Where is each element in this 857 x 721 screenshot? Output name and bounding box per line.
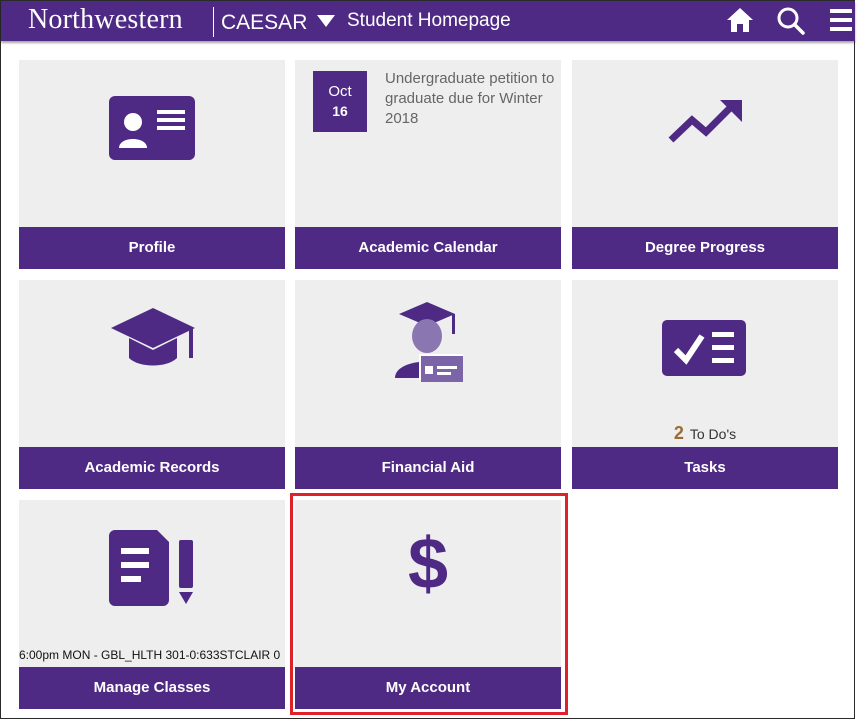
tile-my-account[interactable]: $ My Account	[295, 500, 561, 709]
document-pencil-icon	[109, 530, 193, 606]
checklist-icon	[662, 320, 746, 376]
tile-label: Profile	[19, 227, 285, 269]
tile-degree-progress[interactable]: Degree Progress	[572, 60, 838, 269]
tile-label: Degree Progress	[572, 227, 838, 269]
calendar-month: Oct	[328, 83, 352, 100]
page-title: Student Homepage	[347, 10, 511, 31]
calendar-day: 16	[332, 103, 348, 119]
tile-financial-aid[interactable]: Financial Aid	[295, 280, 561, 489]
logo-divider	[213, 7, 214, 37]
tile-label: Financial Aid	[295, 447, 561, 489]
home-icon[interactable]	[726, 6, 754, 34]
calendar-date-badge: Oct 16	[313, 71, 367, 132]
search-icon[interactable]	[776, 6, 806, 36]
svg-text:$: $	[408, 526, 448, 598]
tile-academic-records[interactable]: Academic Records	[19, 280, 285, 489]
tile-label: Academic Calendar	[295, 227, 561, 269]
trend-up-arrow-icon	[668, 100, 742, 143]
northwestern-logo[interactable]: Northwestern	[28, 4, 183, 36]
todo-counter[interactable]: 2 To Do's	[572, 423, 838, 444]
tile-academic-calendar[interactable]: Oct 16 Undergraduate petition to graduat…	[295, 60, 561, 269]
graduate-with-card-icon	[395, 302, 463, 382]
nav-dropdown-caret-icon[interactable]	[317, 15, 335, 27]
dollar-sign-icon: $	[408, 526, 448, 598]
graduation-cap-icon	[111, 308, 195, 366]
tile-profile[interactable]: Profile	[19, 60, 285, 269]
tile-label: Tasks	[572, 447, 838, 489]
tile-label: Manage Classes	[19, 667, 285, 709]
id-card-icon	[109, 96, 195, 160]
todo-label: To Do's	[689, 426, 737, 442]
todo-count: 2	[673, 423, 684, 443]
tile-label: My Account	[295, 667, 561, 709]
app-name: CAESAR	[221, 11, 308, 34]
top-navigation-bar: Northwestern CAESAR Student Homepage	[1, 1, 855, 41]
tile-label: Academic Records	[19, 447, 285, 489]
tile-manage-classes[interactable]: 6:00pm MON - GBL_HLTH 301-0:633STCLAIR 0…	[19, 500, 285, 709]
hamburger-menu-icon[interactable]	[830, 8, 852, 32]
class-schedule-line: 6:00pm MON - GBL_HLTH 301-0:633STCLAIR 0	[19, 648, 281, 662]
tile-tasks[interactable]: 2 To Do's Tasks	[572, 280, 838, 489]
calendar-event-text: Undergraduate petition to graduate due f…	[385, 70, 555, 127]
